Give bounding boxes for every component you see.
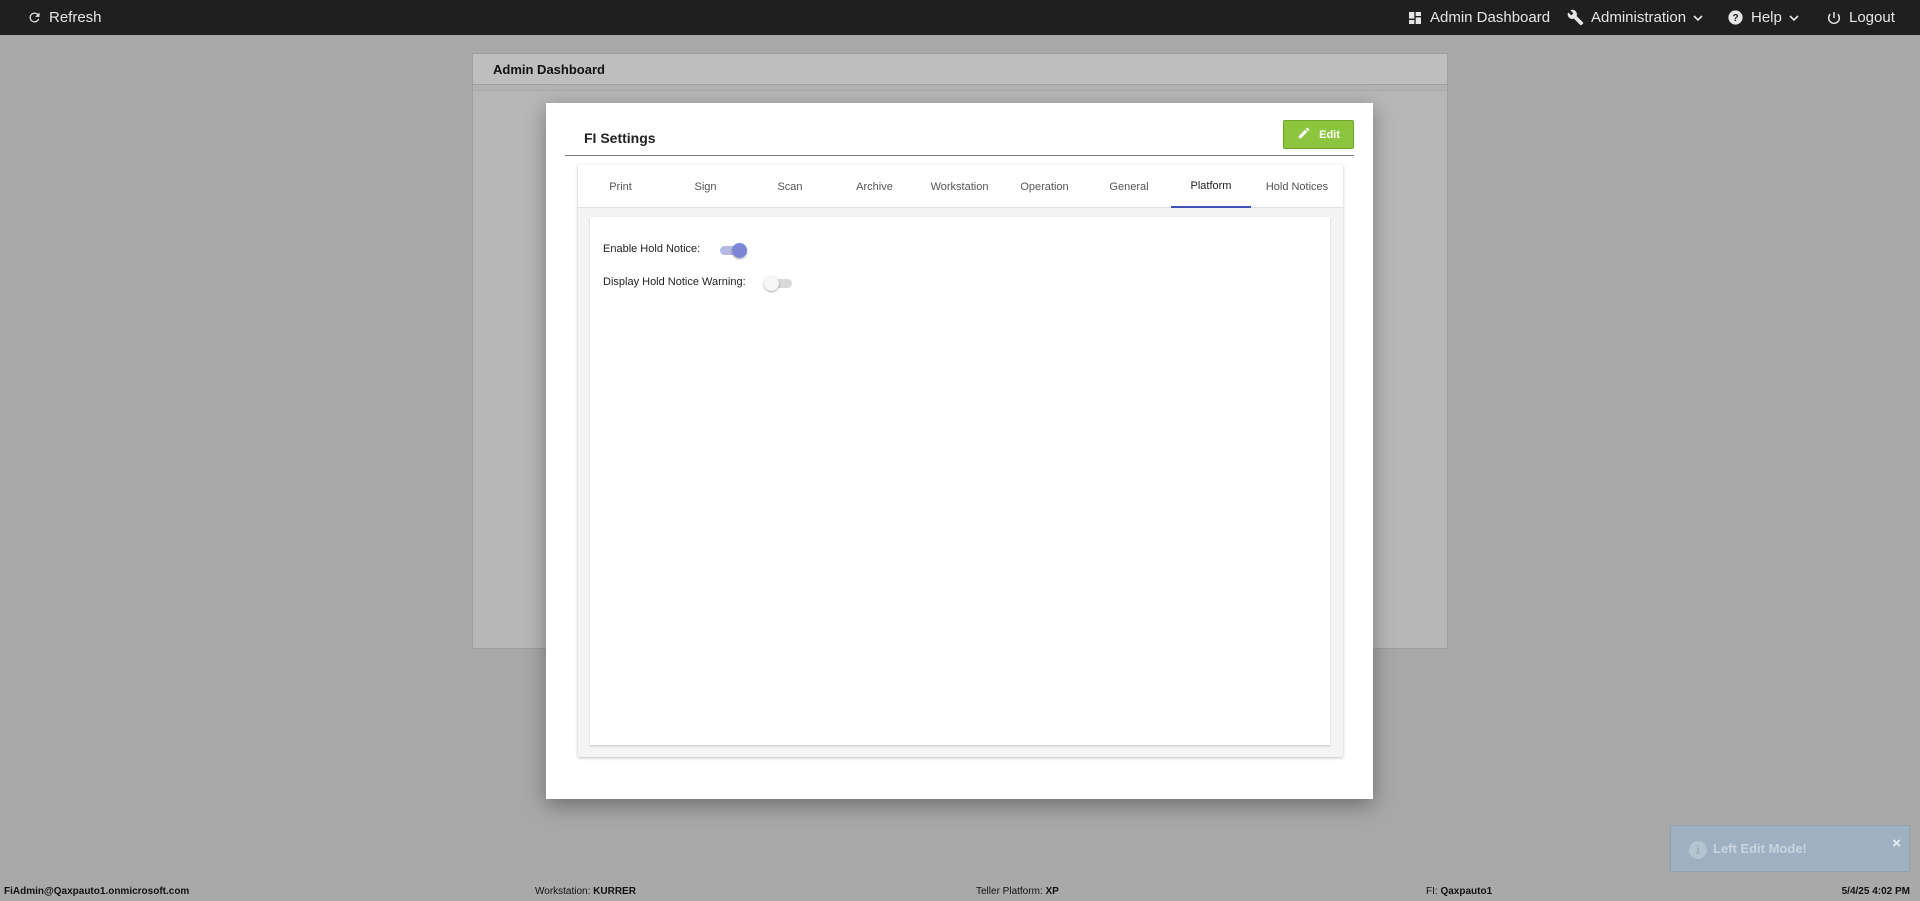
tab-workstation[interactable]: Workstation xyxy=(917,165,1002,208)
status-teller-platform: Teller Platform: XP xyxy=(976,886,1059,897)
tab-archive[interactable]: Archive xyxy=(832,165,917,208)
modal-title: FI Settings xyxy=(584,130,656,146)
status-fi: FI: Qaxpauto1 xyxy=(1426,886,1492,897)
edit-label: Edit xyxy=(1319,128,1340,141)
refresh-label: Refresh xyxy=(49,9,102,26)
admin-dashboard-link[interactable]: Admin Dashboard xyxy=(1407,0,1550,35)
toggle-thumb xyxy=(764,276,779,291)
status-workstation-label: Workstation: xyxy=(535,886,591,897)
top-nav: Refresh Admin Dashboard Administration ?… xyxy=(0,0,1920,35)
status-fi-value: Qaxpauto1 xyxy=(1440,886,1493,897)
enable-hold-notice-toggle[interactable] xyxy=(718,241,748,259)
status-workstation-value: KURRER xyxy=(593,886,636,897)
dashboard-icon xyxy=(1407,10,1423,26)
chevron-down-icon xyxy=(1693,13,1703,23)
administration-label: Administration xyxy=(1591,9,1687,26)
settings-tabs: Print Sign Scan Archive Workstation Oper… xyxy=(578,165,1343,208)
fi-settings-modal: FI Settings Edit Print Sign Scan Archive… xyxy=(546,103,1373,799)
refresh-icon xyxy=(27,10,42,25)
tab-operation[interactable]: Operation xyxy=(1002,165,1087,208)
power-icon xyxy=(1826,10,1842,26)
info-icon: i xyxy=(1689,841,1707,859)
status-workstation: Workstation: KURRER xyxy=(535,886,636,897)
platform-tab-content: Enable Hold Notice: Display Hold Notice … xyxy=(590,217,1330,745)
toast-message: Left Edit Mode! xyxy=(1713,841,1807,856)
edit-button[interactable]: Edit xyxy=(1283,120,1354,149)
modal-header: FI Settings Edit xyxy=(565,120,1354,156)
refresh-button[interactable]: Refresh xyxy=(27,0,102,35)
tab-sign[interactable]: Sign xyxy=(663,165,748,208)
status-datetime-value: 5/4/25 4:02 PM xyxy=(1841,886,1910,897)
logout-label: Logout xyxy=(1849,9,1895,26)
status-datetime: 5/4/25 4:02 PM xyxy=(1842,886,1910,897)
svg-text:?: ? xyxy=(1732,13,1738,24)
help-label: Help xyxy=(1751,9,1782,26)
status-bar: FiAdmin@Qaxpauto1.onmicrosoft.com Workst… xyxy=(0,882,1920,901)
left-edit-mode-toast: i Left Edit Mode! × xyxy=(1670,825,1910,872)
settings-card: Print Sign Scan Archive Workstation Oper… xyxy=(578,165,1343,757)
tab-print[interactable]: Print xyxy=(578,165,663,208)
chevron-down-icon xyxy=(1789,13,1799,23)
tab-hold-notices[interactable]: Hold Notices xyxy=(1251,165,1343,208)
display-hold-notice-warning-label: Display Hold Notice Warning: xyxy=(603,276,746,288)
help-menu[interactable]: ? Help xyxy=(1727,0,1799,35)
toggle-thumb xyxy=(732,243,747,258)
help-icon: ? xyxy=(1727,9,1744,26)
enable-hold-notice-label: Enable Hold Notice: xyxy=(603,243,701,255)
status-user: FiAdmin@Qaxpauto1.onmicrosoft.com xyxy=(4,886,189,897)
tab-general[interactable]: General xyxy=(1087,165,1171,208)
status-user-value: FiAdmin@Qaxpauto1.onmicrosoft.com xyxy=(4,886,190,897)
admin-dashboard-label: Admin Dashboard xyxy=(1430,9,1551,26)
tab-scan[interactable]: Scan xyxy=(748,165,832,208)
wrench-icon xyxy=(1567,9,1584,26)
tab-platform[interactable]: Platform xyxy=(1171,165,1251,208)
pencil-icon xyxy=(1297,126,1311,143)
status-teller-platform-value: XP xyxy=(1045,886,1059,897)
toast-close-button[interactable]: × xyxy=(1892,835,1901,852)
administration-menu[interactable]: Administration xyxy=(1567,0,1703,35)
display-hold-notice-warning-toggle[interactable] xyxy=(764,274,794,292)
admin-dashboard-title: Admin Dashboard xyxy=(473,54,1447,85)
logout-button[interactable]: Logout xyxy=(1826,0,1895,35)
status-fi-label: FI: xyxy=(1426,886,1438,897)
status-teller-platform-label: Teller Platform: xyxy=(976,886,1043,897)
